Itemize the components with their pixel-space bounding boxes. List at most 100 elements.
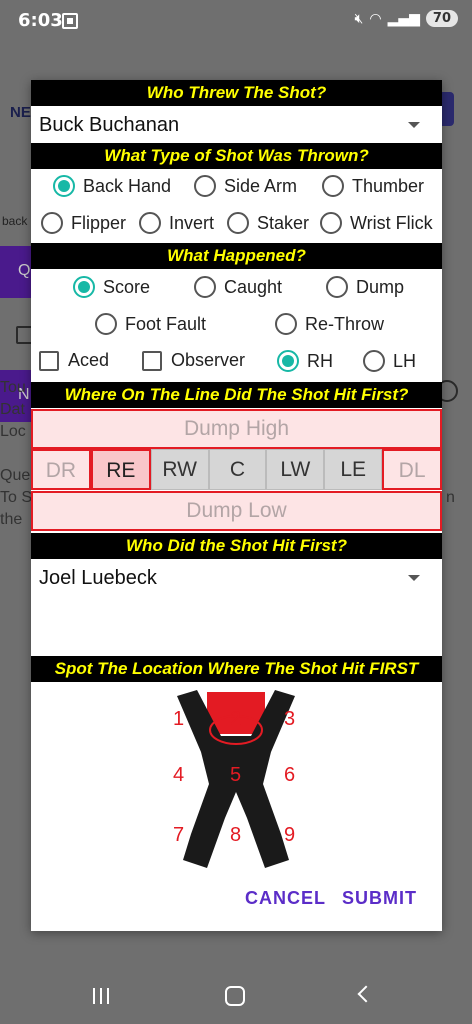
spot-8[interactable]: 8 — [230, 824, 241, 847]
option-label: Score — [103, 276, 151, 297]
radio-icon[interactable] — [95, 313, 117, 335]
hit-player-select[interactable]: Joel Luebeck — [39, 561, 434, 595]
spot-1[interactable]: 1 — [173, 708, 184, 731]
zone-lw[interactable]: LW — [266, 449, 325, 490]
option-label: Invert — [169, 212, 215, 233]
wifi-icon: ◠ — [369, 10, 382, 27]
zone-le[interactable]: LE — [324, 449, 383, 490]
option-label: Observer — [171, 350, 246, 370]
submit-button[interactable]: SUBMIT — [342, 888, 417, 909]
zone-dl[interactable]: DL — [382, 449, 443, 490]
shot-type-thumber[interactable]: Thumber — [322, 175, 424, 197]
thrower-heading: Who Threw The Shot? — [31, 80, 442, 106]
radio-icon[interactable] — [275, 313, 297, 335]
battery-level: 70 — [425, 10, 458, 27]
recent-apps-icon[interactable] — [93, 988, 111, 1004]
background-text: To S — [0, 489, 33, 506]
option-label: Side Arm — [224, 175, 298, 196]
result-foot-fault[interactable]: Foot Fault — [95, 313, 206, 335]
shot-type-heading: What Type of Shot Was Thrown? — [31, 143, 442, 169]
screen-record-icon — [62, 13, 78, 29]
background-text: Que — [0, 467, 31, 484]
option-label: Staker — [257, 212, 310, 233]
aced-checkbox[interactable]: Aced — [39, 350, 109, 371]
radio-selected-icon[interactable] — [277, 350, 299, 372]
home-icon[interactable] — [225, 986, 245, 1006]
result-score[interactable]: Score — [73, 276, 150, 298]
option-label: Foot Fault — [125, 313, 207, 334]
checkbox-icon[interactable] — [39, 350, 59, 371]
thrower-select[interactable]: Buck Buchanan — [39, 108, 434, 142]
line-zone-row: DR RE RW C LW LE DL — [31, 449, 443, 490]
radio-icon[interactable] — [227, 212, 249, 234]
option-label: Caught — [224, 276, 283, 297]
option-label: Thumber — [352, 175, 425, 196]
system-nav-bar — [0, 964, 472, 1024]
radio-icon[interactable] — [322, 175, 344, 197]
radio-icon[interactable] — [363, 350, 385, 372]
shot-type-side-arm[interactable]: Side Arm — [194, 175, 297, 197]
cancel-button[interactable]: CANCEL — [245, 888, 326, 909]
observer-checkbox[interactable]: Observer — [142, 350, 245, 371]
background-text: Tou — [0, 379, 26, 396]
status-bar: 6:03 🔇︎ ◠ ▂▄▆ 70 — [0, 0, 472, 44]
radio-icon[interactable] — [320, 212, 342, 234]
spot-3[interactable]: 3 — [284, 708, 295, 731]
spot-heading: Spot The Location Where The Shot Hit FIR… — [31, 656, 442, 682]
radio-selected-icon[interactable] — [73, 276, 95, 298]
result-re-throw[interactable]: Re-Throw — [275, 313, 384, 335]
radio-icon[interactable] — [41, 212, 63, 234]
spot-9[interactable]: 9 — [284, 824, 295, 847]
hand-lh[interactable]: LH — [363, 350, 416, 372]
option-label: LH — [393, 350, 417, 371]
zone-c[interactable]: C — [208, 449, 267, 490]
spot-5[interactable]: 5 — [230, 764, 241, 787]
body-figure-map[interactable]: 1 2 3 4 5 6 7 8 9 — [31, 684, 442, 884]
zone-re[interactable]: RE — [90, 449, 151, 490]
option-label: RH — [307, 350, 333, 371]
radio-icon[interactable] — [194, 175, 216, 197]
background-text: the — [0, 511, 23, 528]
result-heading: What Happened? — [31, 243, 442, 269]
option-label: Flipper — [71, 212, 127, 233]
dump-low-zone[interactable]: Dump Low — [31, 491, 442, 531]
spot-4[interactable]: 4 — [173, 764, 184, 787]
shot-type-flipper[interactable]: Flipper — [41, 212, 126, 234]
shot-type-invert[interactable]: Invert — [139, 212, 214, 234]
spot-6[interactable]: 6 — [284, 764, 295, 787]
mute-icon: 🔇︎ — [354, 10, 364, 27]
dropdown-caret-icon — [408, 122, 420, 128]
checkbox-icon[interactable] — [142, 350, 162, 371]
radio-icon[interactable] — [194, 276, 216, 298]
radio-icon[interactable] — [139, 212, 161, 234]
background-text: Dat — [0, 401, 25, 418]
result-dump[interactable]: Dump — [326, 276, 404, 298]
back-icon[interactable] — [357, 985, 375, 1003]
hand-rh[interactable]: RH — [277, 350, 333, 372]
spot-7[interactable]: 7 — [173, 824, 184, 847]
zone-dr[interactable]: DR — [31, 449, 91, 490]
hit-player-selected: Joel Luebeck — [39, 567, 157, 589]
shot-type-staker[interactable]: Staker — [227, 212, 309, 234]
shot-entry-dialog: Who Threw The Shot? Buck Buchanan What T… — [31, 80, 443, 931]
option-label: Back Hand — [83, 175, 172, 196]
background-text: n — [446, 489, 455, 506]
status-time: 6:03 — [18, 10, 63, 31]
option-label: Wrist Flick — [350, 212, 433, 233]
option-label: Aced — [68, 350, 110, 370]
shot-type-wrist-flick[interactable]: Wrist Flick — [320, 212, 433, 234]
background-text: Loc — [0, 423, 26, 440]
shot-type-back-hand[interactable]: Back Hand — [53, 175, 171, 197]
line-heading: Where On The Line Did The Shot Hit First… — [31, 382, 442, 408]
radio-icon[interactable] — [326, 276, 348, 298]
status-icons: 🔇︎ ◠ ▂▄▆ 70 — [355, 10, 458, 27]
option-label: Dump — [356, 276, 405, 297]
background-back-label: back — [2, 214, 28, 228]
radio-selected-icon[interactable] — [53, 175, 75, 197]
option-label: Re-Throw — [305, 313, 385, 334]
result-caught[interactable]: Caught — [194, 276, 282, 298]
dump-high-zone[interactable]: Dump High — [31, 409, 442, 449]
spot-2[interactable]: 2 — [230, 708, 241, 731]
signal-icon: ▂▄▆ — [387, 10, 420, 27]
zone-rw[interactable]: RW — [150, 449, 209, 490]
